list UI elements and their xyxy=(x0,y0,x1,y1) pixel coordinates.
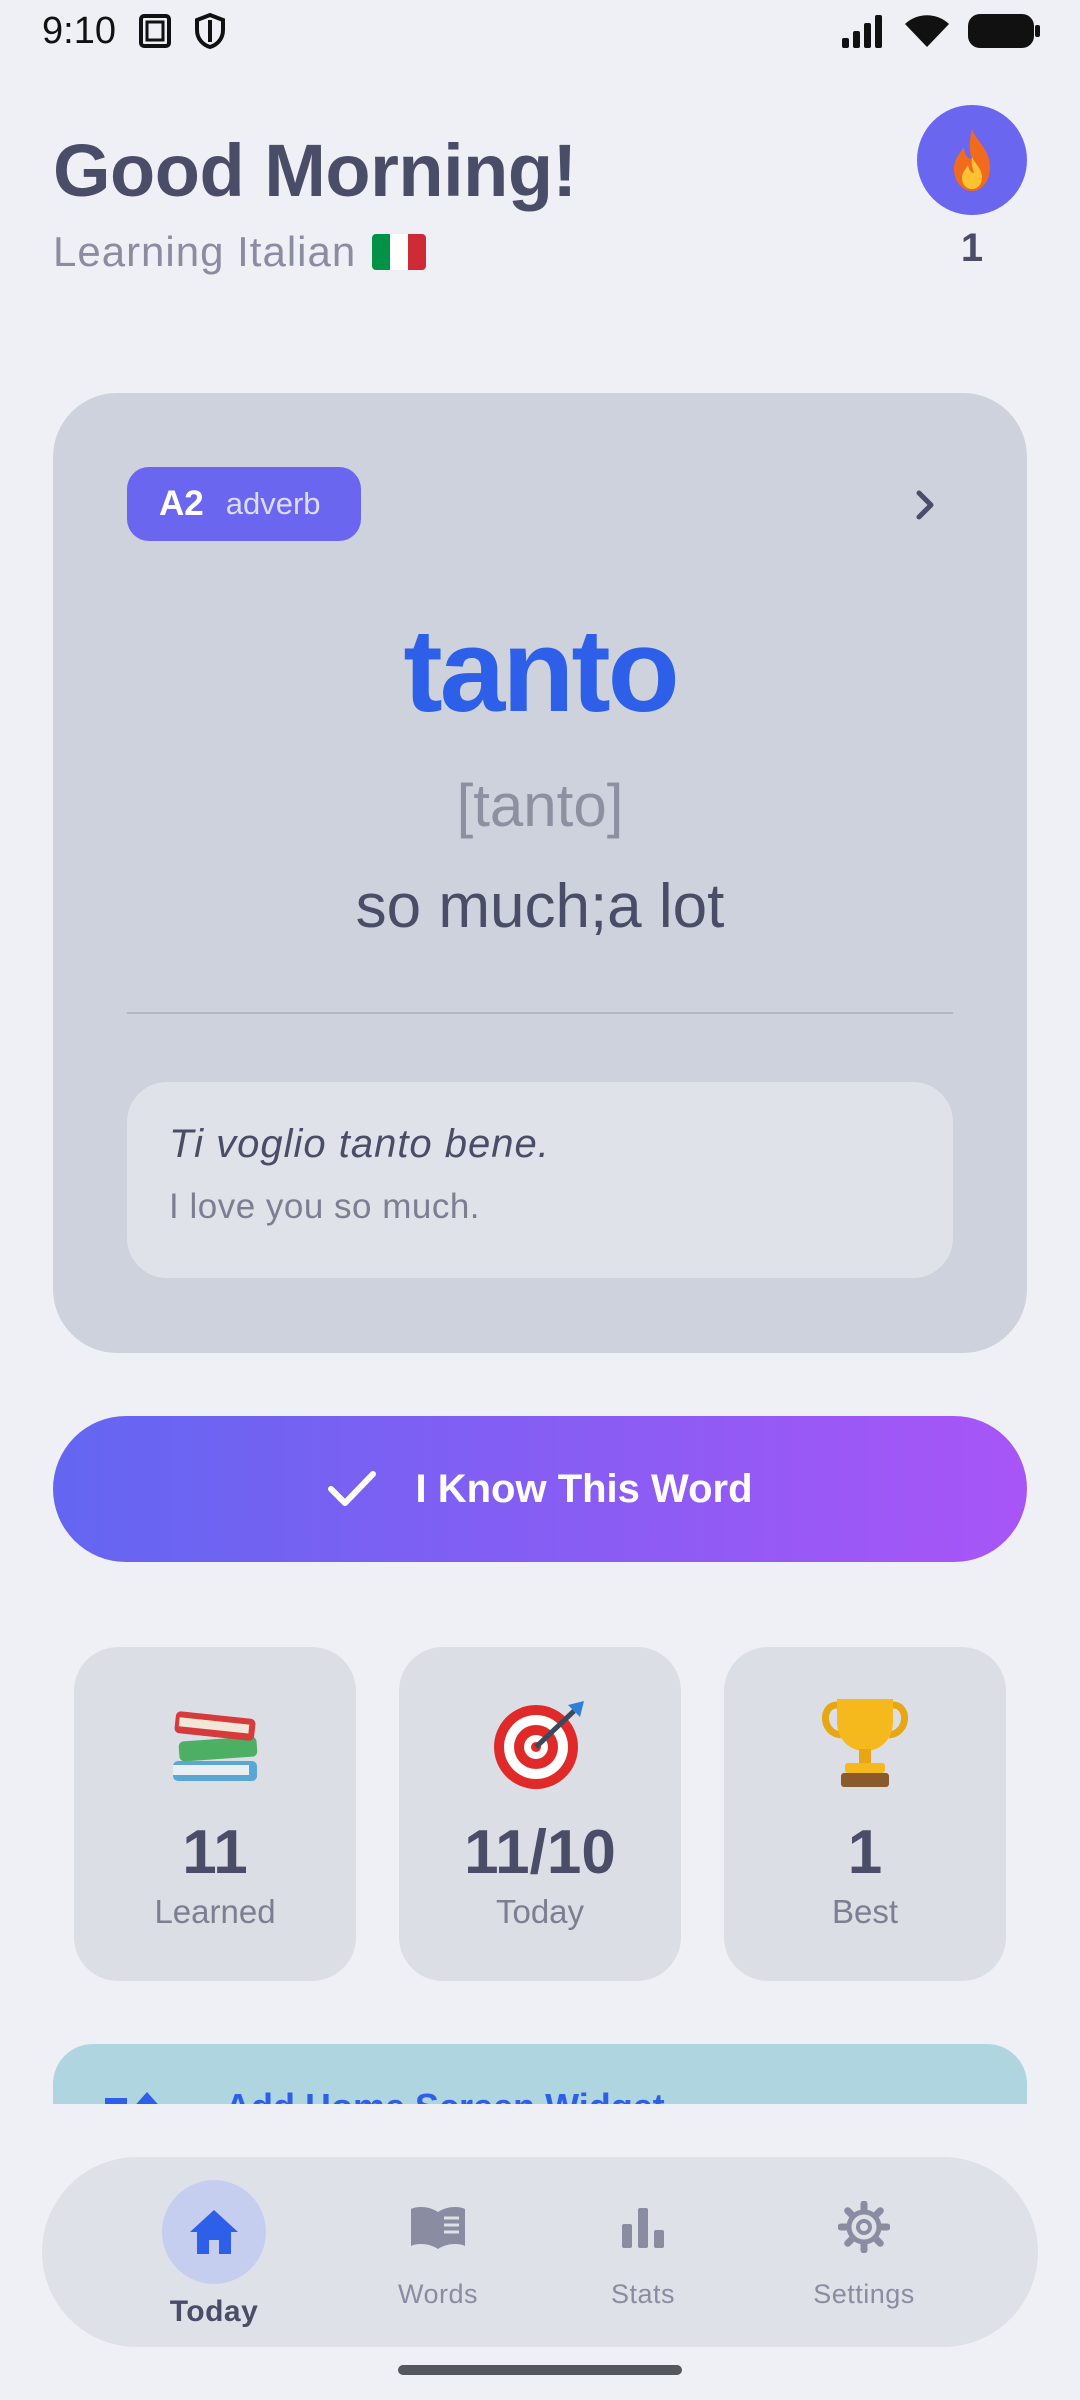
nav-label: Settings xyxy=(813,2279,915,2309)
language-subtitle: Learning Italian xyxy=(53,228,427,276)
example-sentence: Ti voglio tanto bene. xyxy=(169,1122,550,1166)
nav-label: Today xyxy=(169,2295,259,2328)
streak-button[interactable] xyxy=(917,105,1027,215)
target-icon xyxy=(494,1701,584,1789)
add-widget-label: Add Home Screen Widget xyxy=(225,2086,665,2104)
word-card[interactable]: A2 adverb tanto [tanto] so much;a lot Ti… xyxy=(53,393,1027,1353)
bottom-nav: Today Words Stats Settings xyxy=(42,2157,1038,2347)
streak-count: 1 xyxy=(960,226,984,270)
widget-banner-viewport: Add Home Screen Widget xyxy=(53,2044,1027,2104)
status-right xyxy=(840,13,1040,49)
word-title: tanto xyxy=(403,605,679,737)
status-left: 9:10 xyxy=(42,10,226,53)
nav-item-settings[interactable]: Settings xyxy=(764,2157,964,2347)
translation: so much;a lot xyxy=(355,872,725,941)
greeting-title: Good Morning! xyxy=(53,129,577,212)
know-word-button[interactable]: I Know This Word xyxy=(53,1416,1027,1562)
stat-label: Today xyxy=(495,1893,585,1930)
example-translation: I love you so much. xyxy=(169,1187,481,1226)
fire-icon xyxy=(954,129,990,191)
widget-icon xyxy=(105,2092,158,2104)
stat-label: Learned xyxy=(154,1893,276,1930)
level-label: A2 xyxy=(159,484,204,523)
nav-label: Words xyxy=(397,2279,479,2309)
stat-card-learned: 11 Learned xyxy=(74,1647,356,1981)
status-time: 9:10 xyxy=(42,9,116,52)
battery-icon xyxy=(968,14,1040,48)
pronunciation: [tanto] xyxy=(456,772,624,839)
stat-value: 11/10 xyxy=(464,1818,616,1887)
check-icon xyxy=(328,1471,377,1506)
level-pill: A2 adverb xyxy=(127,467,361,541)
chevron-right-icon[interactable] xyxy=(905,485,945,525)
nav-item-today[interactable]: Today xyxy=(114,2157,314,2347)
books-icon xyxy=(173,1711,258,1781)
nav-item-stats[interactable]: Stats xyxy=(543,2157,743,2347)
stat-card-today: 11/10 Today xyxy=(399,1647,681,1981)
bar-chart-icon xyxy=(622,2208,664,2248)
nav-label: Stats xyxy=(610,2279,676,2309)
gear-icon xyxy=(838,2201,890,2253)
home-icon xyxy=(190,2210,238,2254)
stat-value: 1 xyxy=(847,1818,883,1887)
part-of-speech-label: adverb xyxy=(225,486,321,521)
shield-icon xyxy=(194,12,225,50)
know-word-label: I Know This Word xyxy=(415,1466,753,1511)
home-indicator[interactable] xyxy=(398,2365,682,2375)
stat-label: Best xyxy=(831,1893,899,1930)
screenshot-icon xyxy=(138,14,171,48)
signal-icon xyxy=(842,15,882,48)
card-divider xyxy=(127,1012,953,1014)
nav-item-words[interactable]: Words xyxy=(338,2157,538,2347)
book-icon xyxy=(411,2207,465,2249)
italy-flag-icon xyxy=(372,234,427,270)
stat-value: 11 xyxy=(182,1818,248,1887)
add-widget-banner[interactable]: Add Home Screen Widget xyxy=(53,2044,1027,2104)
example-box: Ti voglio tanto bene. I love you so much… xyxy=(127,1082,953,1278)
stat-card-best: 1 Best xyxy=(724,1647,1006,1981)
wifi-icon xyxy=(905,15,949,47)
language-subtitle-text: Learning Italian xyxy=(53,228,357,275)
status-bar: 9:10 xyxy=(0,0,1080,62)
trophy-icon xyxy=(822,1699,908,1787)
